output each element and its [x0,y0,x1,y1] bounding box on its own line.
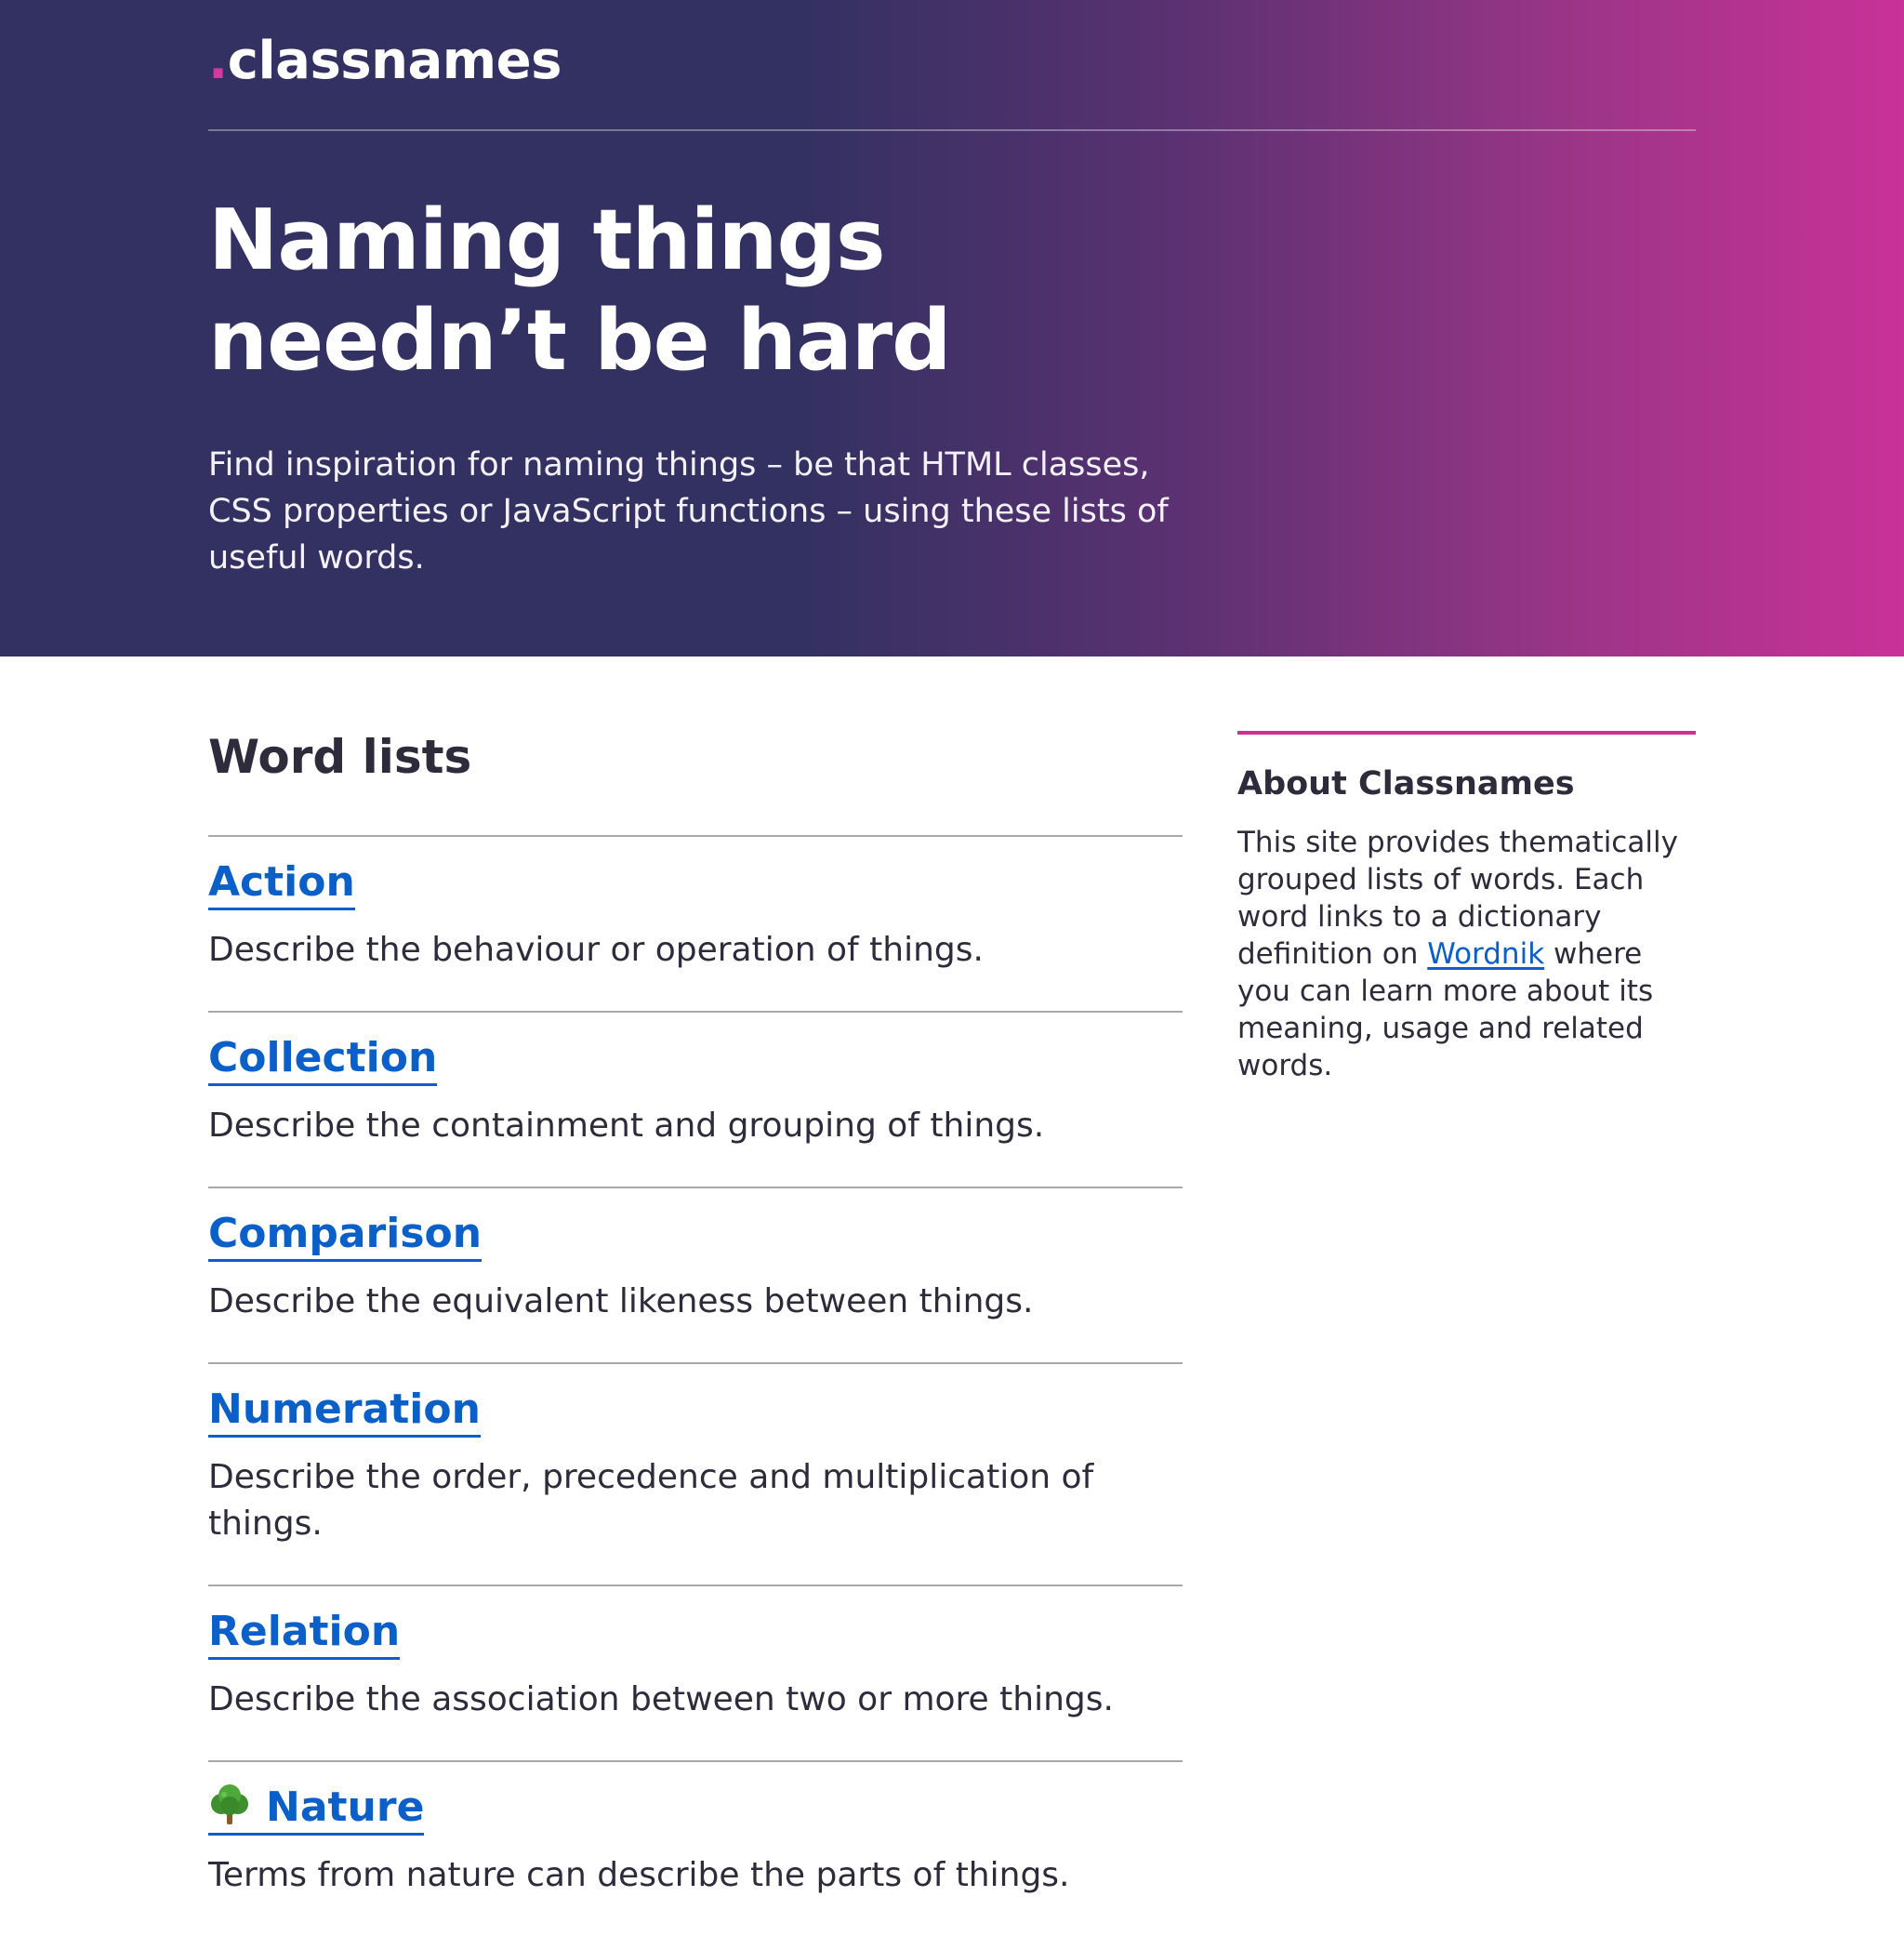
list-item-action: Action Describe the behaviour or operati… [208,835,1183,1011]
numeration-description: Describe the order, precedence and multi… [208,1458,1094,1543]
word-lists-section: Word lists Action Describe the behaviour… [208,731,1183,1936]
word-lists: Action Describe the behaviour or operati… [208,835,1183,1936]
site-logo-link[interactable]: .classnames [208,35,562,87]
site-header: .classnames Naming things needn’t be har… [0,0,1904,656]
about-panel: About Classnames This site provides them… [1237,731,1696,1084]
comparison-description: Describe the equivalent likeness between… [208,1282,1034,1320]
logo-dot: . [208,31,228,91]
list-item-nature: Nature Terms from nature can describe th… [208,1760,1183,1936]
collection-description: Describe the containment and grouping of… [208,1107,1045,1145]
list-item-numeration: Numeration Describe the order, precedenc… [208,1362,1183,1585]
action-description: Describe the behaviour or operation of t… [208,931,984,969]
wordnik-link[interactable]: Wordnik [1427,937,1544,971]
about-text: This site provides thematically grouped … [1237,824,1696,1084]
nature-link[interactable]: Nature [208,1783,425,1836]
relation-description: Describe the association between two or … [208,1680,1114,1718]
nature-link-label: Nature [266,1784,425,1831]
page-title-line-1: Naming things [208,192,886,289]
page-title: Naming things needn’t be hard [208,191,952,391]
list-item-relation: Relation Describe the association betwee… [208,1585,1183,1760]
logo-text: classnames [227,31,562,91]
relation-link[interactable]: Relation [208,1607,401,1660]
tree-icon [211,1784,248,1824]
about-heading: About Classnames [1237,765,1575,802]
comparison-link[interactable]: Comparison [208,1209,483,1262]
list-item-collection: Collection Describe the containment and … [208,1011,1183,1187]
intro-text: Find inspiration for naming things – be … [208,446,1169,577]
nature-description: Terms from nature can describe the parts… [208,1856,1070,1894]
word-lists-heading: Word lists [208,730,472,784]
main-content: Word lists Action Describe the behaviour… [0,656,1904,1904]
page-title-line-2: needn’t be hard [208,292,952,390]
numeration-link[interactable]: Numeration [208,1385,481,1438]
list-item-comparison: Comparison Describe the equivalent liken… [208,1187,1183,1362]
collection-link[interactable]: Collection [208,1033,438,1086]
action-link[interactable]: Action [208,857,355,910]
masthead: .classnames [208,28,1696,131]
